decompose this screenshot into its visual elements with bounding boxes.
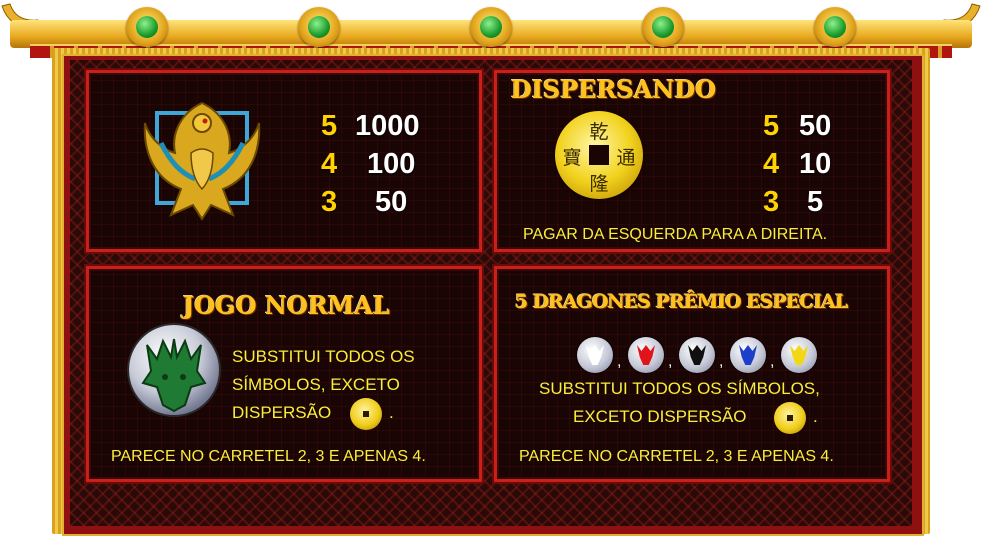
payout-amount: 10 <box>799 148 832 180</box>
wild-title: JOGO NORMAL <box>183 291 390 320</box>
payout-amount: 50 <box>375 186 408 218</box>
jade-ornament-icon <box>298 7 340 47</box>
special-desc-line-1: SUBSTITUI TODOS OS SÍMBOLOS, <box>539 379 820 398</box>
coin-char-right: 通 <box>616 147 636 169</box>
wild-reel-note: PARECE NO CARRETEL 2, 3 E APENAS 4. <box>111 448 426 465</box>
pay-row: 5 1000 <box>321 107 451 145</box>
pay-row: 4 100 <box>321 145 451 183</box>
symbol-count: 3 <box>763 186 780 218</box>
green-dragon-icon <box>127 323 221 417</box>
pay-row: 5 50 <box>763 107 863 145</box>
scatter-pay-panel: DISPERSANDO 乾 寶 通 隆 5 50 4 10 3 5 PAGAR … <box>492 68 892 254</box>
special-desc-line-2: EXCETO DISPERSÃO <box>573 407 747 426</box>
red-dragon-icon <box>628 337 664 373</box>
special-desc-period: . <box>813 407 818 426</box>
symbol-count: 5 <box>321 110 338 142</box>
payout-amount: 1000 <box>355 110 420 142</box>
jade-ornament-icon <box>470 7 512 47</box>
symbol-count: 5 <box>763 110 780 142</box>
white-dragon-icon <box>577 337 613 373</box>
paytable-frame: 5 1000 4 100 3 50 DISPERSANDO 乾 寶 通 隆 5 … <box>0 0 982 536</box>
payout-amount: 100 <box>367 148 416 180</box>
dragon-separator: , <box>770 353 775 370</box>
jade-ornament-icon <box>814 7 856 47</box>
dragon-separator: , <box>617 353 622 370</box>
pay-row: 3 5 <box>763 183 863 221</box>
symbol-count: 4 <box>763 148 780 180</box>
black-dragon-icon <box>679 337 715 373</box>
gold-coin-scatter-icon: 乾 寶 通 隆 <box>555 111 643 199</box>
payout-amount: 50 <box>799 110 832 142</box>
blue-dragon-icon <box>730 337 766 373</box>
jade-ornament-icon <box>126 7 168 47</box>
small-coin-scatter-icon <box>774 402 806 434</box>
phoenix-pay-panel: 5 1000 4 100 3 50 <box>84 68 484 254</box>
jade-ornament-icon <box>642 7 684 47</box>
dragon-separator: , <box>719 353 724 370</box>
special-title: 5 DRAGONES PRÊMIO ESPECIAL <box>515 291 849 313</box>
wild-desc-line-2: SÍMBOLOS, EXCETO <box>232 375 400 394</box>
coin-hole <box>589 145 609 165</box>
wild-desc-period: . <box>389 403 394 422</box>
coin-char-bottom: 隆 <box>589 173 609 195</box>
coin-char-top: 乾 <box>589 121 609 143</box>
coin-char-left: 寶 <box>562 147 582 169</box>
wild-info-panel: JOGO NORMAL SUBSTITUI TODOS OS SÍMBOLOS,… <box>84 264 484 484</box>
phoenix-icon <box>143 101 261 221</box>
wild-desc-line-3: DISPERSÃO <box>232 403 332 422</box>
symbol-count: 4 <box>321 148 338 180</box>
pay-row: 3 50 <box>321 183 451 221</box>
wild-desc-line-1: SUBSTITUI TODOS OS <box>232 347 415 366</box>
payout-amount: 5 <box>807 186 824 218</box>
pay-row: 4 10 <box>763 145 863 183</box>
special-reel-note: PARECE NO CARRETEL 2, 3 E APENAS 4. <box>519 448 834 465</box>
small-coin-scatter-icon <box>350 398 382 430</box>
special-prize-panel: 5 DRAGONES PRÊMIO ESPECIAL , , , , SUBST… <box>492 264 892 484</box>
yellow-dragon-icon <box>781 337 817 373</box>
scatter-title: DISPERSANDO <box>511 75 717 104</box>
pay-direction-note: PAGAR DA ESQUERDA PARA A DIREITA. <box>523 226 828 243</box>
dragon-separator: , <box>668 353 673 370</box>
symbol-count: 3 <box>321 186 338 218</box>
